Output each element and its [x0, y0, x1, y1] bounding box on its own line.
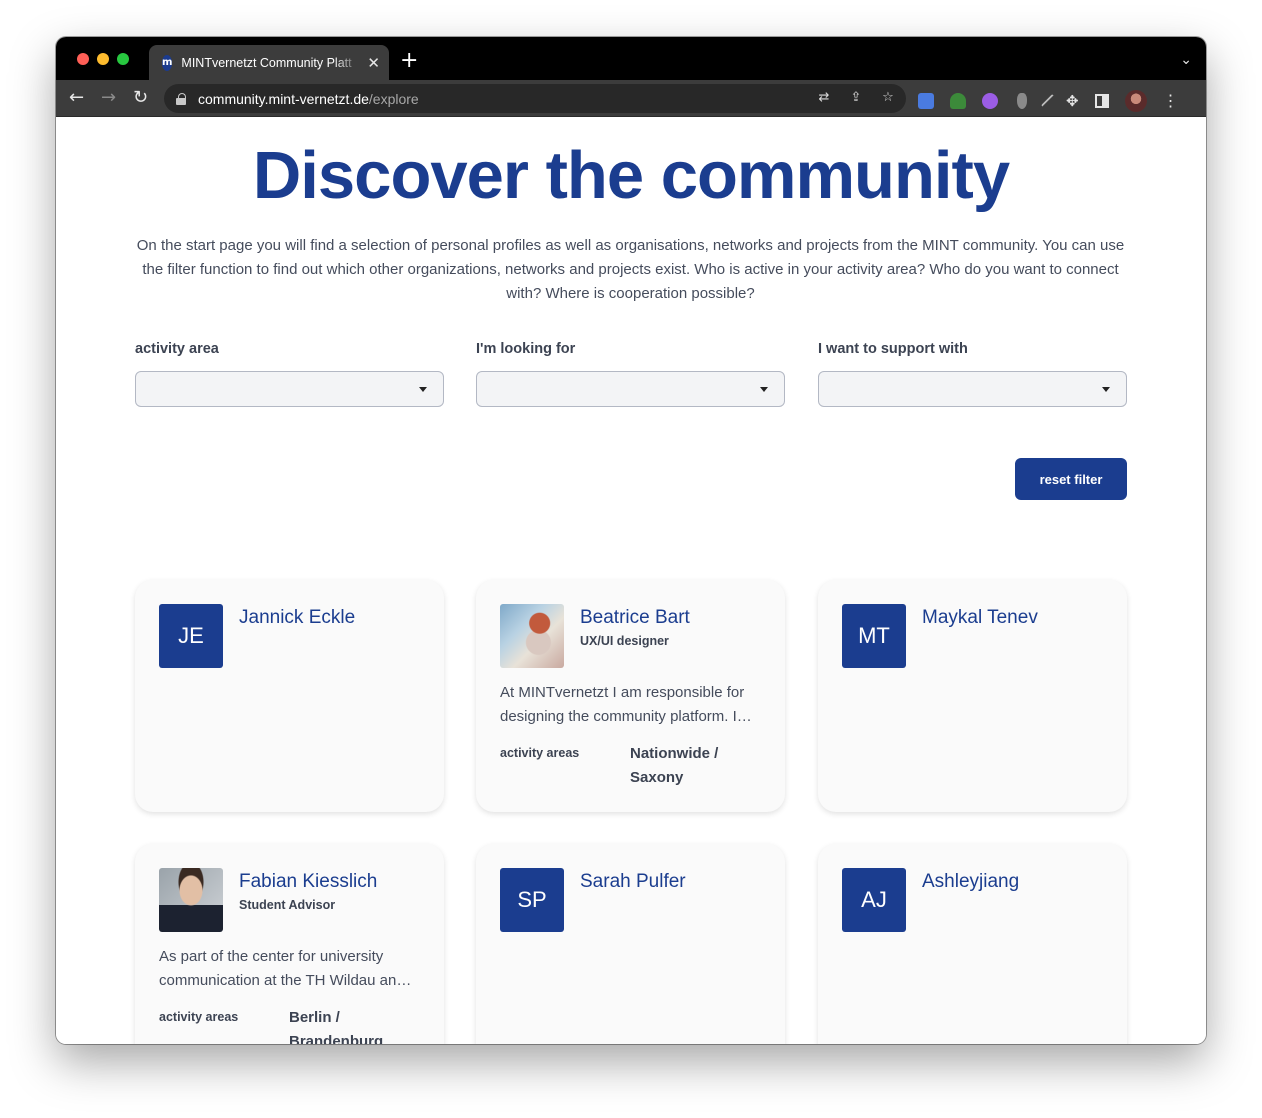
avatar-photo: [159, 868, 223, 932]
address-bar[interactable]: community.mint-vernetzt.de /explore ⇄ ⇪ …: [164, 84, 906, 113]
activity-area-select[interactable]: [135, 371, 444, 407]
caret-down-icon: [1102, 387, 1110, 392]
profile-name[interactable]: Maykal Tenev: [922, 606, 1038, 630]
activity-area-filter: activity area: [135, 341, 444, 407]
profile-name[interactable]: Ashleyjiang: [922, 870, 1019, 894]
reset-filter-button[interactable]: reset filter: [1015, 458, 1127, 500]
explore-page: Discover the community On the start page…: [56, 117, 1206, 1044]
profile-position: UX/UI designer: [580, 634, 669, 648]
profile-name[interactable]: Sarah Pulfer: [580, 870, 686, 894]
grey-extension-icon[interactable]: [1017, 93, 1027, 109]
profile-avatar[interactable]: [1124, 90, 1147, 112]
caret-down-icon: [760, 387, 768, 392]
browser-tab[interactable]: m MINTvernetzt Community Platt ✕: [149, 45, 389, 80]
avatar-photo: [500, 604, 564, 668]
profile-name[interactable]: Fabian Kiesslich: [239, 870, 377, 894]
url-path: /explore: [368, 90, 419, 107]
support-with-filter: I want to support with: [818, 341, 1127, 407]
lock-icon[interactable]: [176, 92, 186, 105]
tab-search-chevron-icon[interactable]: ⌄: [1180, 51, 1192, 68]
page-title: Discover the community: [252, 138, 1010, 213]
purple-extension-icon[interactable]: [982, 93, 998, 109]
profile-position: Student Advisor: [239, 898, 336, 912]
profile-name[interactable]: Jannick Eckle: [239, 606, 355, 630]
close-window-button[interactable]: [77, 53, 89, 65]
avatar: MT: [842, 604, 906, 668]
avatar: AJ: [842, 868, 906, 932]
tab-close-icon[interactable]: ✕: [367, 54, 380, 72]
profile-card[interactable]: AJ Ashleyjiang: [818, 844, 1127, 1044]
extensions-puzzle-icon[interactable]: ✥: [1066, 93, 1079, 109]
caret-down-icon: [419, 387, 427, 392]
tab-strip: m MINTvernetzt Community Platt ✕ + ⌄: [56, 37, 1206, 80]
url-host: community.mint-vernetzt.de: [198, 90, 369, 107]
profile-card[interactable]: SP Sarah Pulfer: [476, 844, 785, 1044]
avatar: SP: [500, 868, 564, 932]
avatar: JE: [159, 604, 223, 668]
mint-favicon-icon: m: [162, 54, 173, 71]
minimize-window-button[interactable]: [97, 53, 109, 65]
looking-for-label: I'm looking for: [476, 341, 576, 357]
reload-icon[interactable]: ↻: [133, 88, 148, 108]
translate-icon[interactable]: ⇄: [816, 90, 832, 106]
pen-extension-icon[interactable]: [1040, 93, 1056, 109]
activity-area-label: activity area: [135, 341, 219, 357]
forward-arrow-icon[interactable]: →: [101, 88, 116, 108]
activity-areas-value: Berlin / Brandenburg: [289, 1009, 384, 1044]
browser-window: m MINTvernetzt Community Platt ✕ + ⌄ ← →…: [56, 37, 1206, 1044]
looking-for-select[interactable]: [476, 371, 785, 407]
looking-for-filter: I'm looking for: [476, 341, 785, 407]
support-with-label: I want to support with: [818, 341, 968, 357]
translate-extension-icon[interactable]: [918, 93, 934, 109]
activity-areas-value: Nationwide / Saxony: [630, 745, 719, 786]
profile-card[interactable]: JE Jannick Eckle: [135, 580, 444, 812]
profile-bio: At MINTvernetzt I am responsible for des…: [500, 684, 752, 725]
bookmark-star-icon[interactable]: ☆: [880, 90, 896, 106]
support-with-select[interactable]: [818, 371, 1127, 407]
profile-name[interactable]: Beatrice Bart: [580, 606, 690, 630]
tree-extension-icon[interactable]: [950, 93, 966, 109]
profile-card[interactable]: Beatrice Bart UX/UI designer At MINTvern…: [476, 580, 785, 812]
profile-card[interactable]: MT Maykal Tenev: [818, 580, 1127, 812]
profile-card[interactable]: Fabian Kiesslich Student Advisor As part…: [135, 844, 444, 1044]
menu-kebab-icon[interactable]: ⋮: [1163, 93, 1179, 109]
tab-title: MINTvernetzt Community Platt: [181, 55, 352, 70]
new-tab-icon[interactable]: +: [400, 50, 418, 72]
profile-bio: As part of the center for university com…: [159, 948, 412, 989]
intro-text: On the start page you will find a select…: [136, 237, 1125, 302]
activity-areas-label: activity areas: [159, 1010, 239, 1024]
side-panel-icon[interactable]: [1094, 94, 1109, 108]
maximize-window-button[interactable]: [117, 53, 129, 65]
back-arrow-icon[interactable]: ←: [69, 88, 84, 108]
share-icon[interactable]: ⇪: [848, 90, 864, 106]
browser-toolbar: ← → ↻ community.mint-vernetzt.de /explor…: [56, 80, 1206, 117]
activity-areas-label: activity areas: [500, 746, 580, 760]
